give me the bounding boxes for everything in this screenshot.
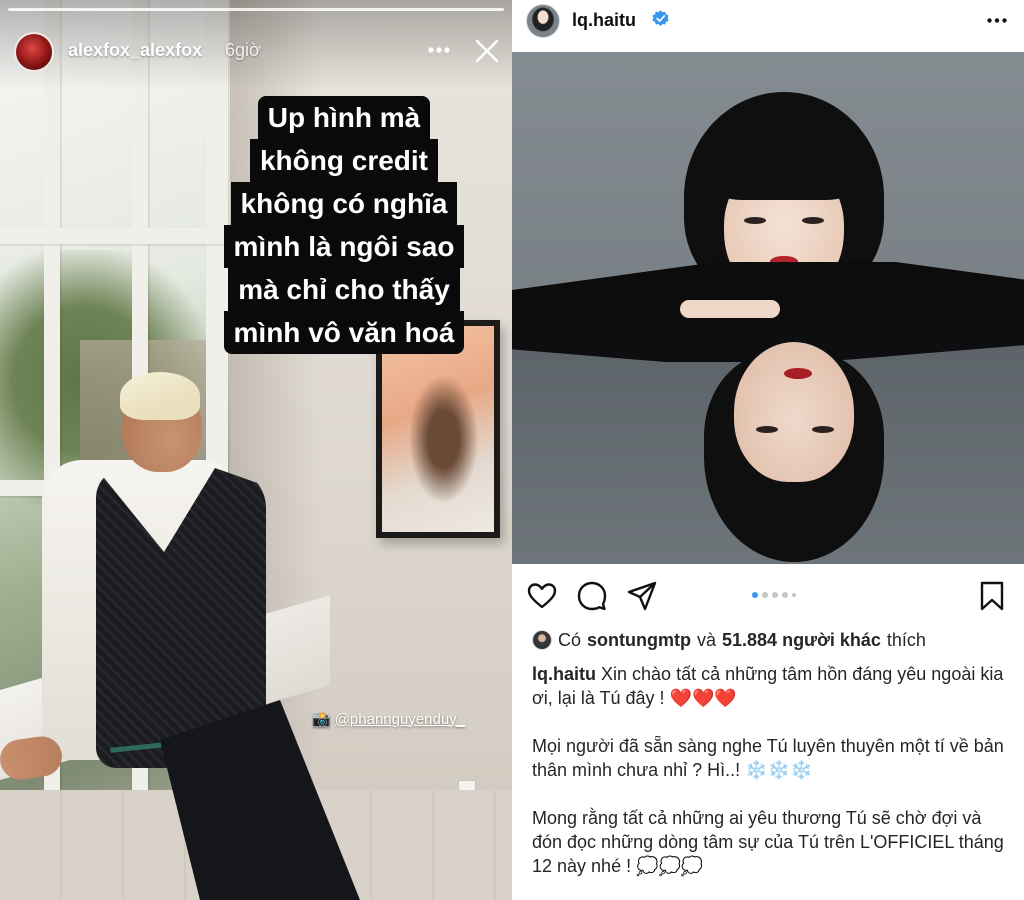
model-hands (680, 300, 780, 318)
post-more-options-icon[interactable] (982, 8, 1012, 32)
like-heart-icon[interactable] (526, 580, 558, 612)
caption-line: không có nghĩa (230, 182, 458, 225)
caption-line: mình vô văn hoá (223, 311, 465, 354)
caption-author[interactable]: lq.haitu (532, 664, 596, 684)
likes-suffix: thích (886, 629, 926, 650)
caption-text: Mong rằng tất cả những ai yêu thương Tú … (532, 808, 1004, 876)
model-eye (802, 217, 824, 224)
likes-summary[interactable]: Có sontungmtp và 51.884 người khác thích (532, 628, 1012, 652)
caption-paragraph: Mọi người đã sẵn sàng nghe Tú luyên thuy… (532, 734, 1012, 782)
post-caption: lq.haitu Xin chào tất cả những tâm hồn đ… (532, 662, 1012, 900)
close-icon[interactable] (472, 36, 502, 66)
likes-others-count[interactable]: 51.884 người khác (722, 630, 881, 651)
caption-line: mình là ngôi sao (223, 225, 465, 268)
reflection-eye (812, 426, 834, 433)
photo-credit-mention[interactable]: @phannguyenduy_ (335, 711, 465, 728)
model-body (512, 262, 1024, 332)
caption-line: mà chỉ cho thấy (228, 268, 460, 311)
model-eye (744, 217, 766, 224)
person-hair (120, 372, 200, 420)
story-username[interactable]: alexfox_alexfox (68, 40, 202, 61)
snowflake-emoji-icon: ❄️❄️❄️ (745, 760, 813, 780)
likes-prefix: Có (558, 629, 582, 650)
caption-line: Up hình mà (257, 96, 431, 139)
story-progress-bar (8, 8, 504, 11)
heart-emoji-icon: ❤️❤️❤️ (669, 688, 737, 708)
photo-credit-tag[interactable]: 📸 @phannguyenduy_ (312, 710, 465, 729)
share-send-icon[interactable] (626, 580, 658, 612)
reflection-face (734, 342, 854, 482)
reflection-lips (784, 368, 812, 379)
framed-artwork (382, 326, 494, 532)
comment-icon[interactable] (576, 580, 608, 612)
liker-username[interactable]: sontungmtp (587, 630, 691, 651)
camera-icon: 📸 (312, 711, 331, 728)
likes-conj: và (697, 629, 717, 650)
instagram-post: lq.haitu Có sontungmtp và 51.884 người k… (512, 0, 1024, 900)
carousel-dot-active (752, 592, 758, 598)
story-text-caption: Up hình mà không credit không có nghĩa m… (206, 96, 482, 354)
post-photo[interactable] (512, 52, 1024, 564)
carousel-dot (772, 592, 778, 598)
story-timestamp: 6giờ (225, 40, 261, 60)
thought-bubble-emoji-icon: 💭💭💭 (636, 856, 704, 876)
save-bookmark-icon[interactable] (976, 580, 1008, 612)
caption-paragraph: lq.haitu Xin chào tất cả những tâm hồn đ… (532, 662, 1012, 710)
carousel-dot (792, 593, 796, 597)
post-header: lq.haitu (512, 0, 1024, 52)
story-viewer[interactable]: alexfox_alexfox 6giờ Up hình mà không cr… (0, 0, 512, 900)
carousel-indicator (752, 592, 796, 598)
liker-avatar (532, 630, 552, 650)
model-bangs (714, 140, 854, 200)
carousel-dot (782, 592, 788, 598)
caption-text: Xin chào tất cả những tâm hồn đáng yêu n… (532, 664, 1004, 708)
caption-paragraph: Mong rằng tất cả những ai yêu thương Tú … (532, 806, 1012, 878)
post-username[interactable]: lq.haitu (572, 10, 636, 31)
reflection-eye (756, 426, 778, 433)
post-avatar[interactable] (526, 4, 560, 38)
caption-line: không credit (249, 139, 438, 182)
more-options-icon[interactable] (424, 36, 454, 64)
verified-badge-icon (652, 10, 669, 27)
story-avatar[interactable] (14, 32, 54, 72)
carousel-dot (762, 592, 768, 598)
